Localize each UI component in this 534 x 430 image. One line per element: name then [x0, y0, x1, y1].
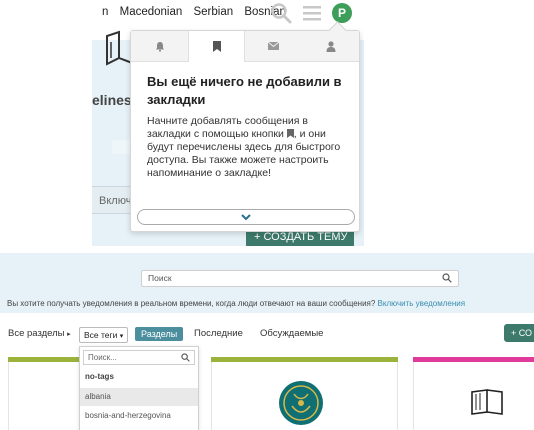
- tag-option[interactable]: no-tags: [80, 368, 198, 386]
- bookmarks-panel-screenshot: n Macedonian Serbian Bosnian P elines Вк…: [92, 0, 364, 246]
- tag-option[interactable]: albania: [80, 388, 198, 406]
- all-sections-dropdown[interactable]: Все разделы ▸: [8, 324, 71, 345]
- user-avatar[interactable]: P: [332, 3, 352, 23]
- site-tagline-fragment: elines: [92, 92, 132, 108]
- tag-option[interactable]: bosnia-and-herzegovina: [80, 407, 198, 425]
- notification-prompt: Вы хотите получать уведомления в реально…: [0, 295, 534, 313]
- language-link[interactable]: Serbian: [193, 6, 233, 18]
- caret-right-icon: ▸: [67, 331, 71, 338]
- tag-search-input[interactable]: Поиск...: [83, 350, 195, 365]
- language-link[interactable]: n: [102, 6, 108, 18]
- language-link[interactable]: Macedonian: [120, 6, 183, 18]
- category-card[interactable]: [211, 357, 398, 430]
- bell-icon: [155, 41, 164, 52]
- category-color-bar: [413, 357, 534, 362]
- all-tags-label: Все теги: [84, 330, 118, 340]
- all-tags-dropdown[interactable]: Все теги ▾: [79, 327, 129, 343]
- tab-bookmarks[interactable]: [188, 31, 245, 62]
- tab-profile[interactable]: [302, 31, 359, 61]
- user-menu-tabs: [131, 31, 359, 62]
- chevron-down-icon: [241, 213, 251, 220]
- tab-discussed[interactable]: Обсуждаемые: [260, 324, 323, 344]
- popup-text-part: Начните добавлять сообщения в закладки с…: [147, 115, 308, 140]
- book-logo-icon: [471, 389, 503, 415]
- empty-bookmarks-title: Вы ещё ничего не добавили в закладки: [147, 74, 342, 107]
- empty-bookmarks-text: Начните добавлять сообщения в закладки с…: [147, 115, 353, 180]
- search-icon: [181, 353, 190, 362]
- tab-sections[interactable]: Разделы: [135, 327, 184, 341]
- language-bar: n Macedonian Serbian Bosnian: [102, 6, 294, 18]
- search-placeholder: Поиск: [148, 273, 172, 283]
- bookmark-icon: [212, 41, 221, 52]
- envelope-icon: [268, 42, 279, 50]
- caret-down-icon: ▾: [119, 333, 124, 340]
- search-icon[interactable]: [442, 273, 452, 283]
- search-input[interactable]: Поиск: [141, 270, 459, 287]
- tab-messages[interactable]: [245, 31, 302, 61]
- bookmark-icon: [286, 129, 294, 138]
- tab-latest[interactable]: Последние: [194, 324, 243, 344]
- user-menu-popup: Вы ещё ничего не добавили в закладки Нач…: [130, 21, 360, 232]
- notification-text: Вы хотите получать уведомления в реально…: [7, 299, 376, 308]
- create-topic-button[interactable]: + СО: [504, 324, 534, 342]
- user-icon: [326, 40, 335, 52]
- category-card[interactable]: [413, 357, 534, 430]
- show-more-button[interactable]: [137, 209, 355, 225]
- forum-list-screenshot: Поиск Вы хотите получать уведомления в р…: [0, 253, 534, 430]
- tag-search-placeholder: Поиск...: [88, 353, 117, 362]
- search-icon[interactable]: [270, 2, 292, 24]
- category-logo: [279, 381, 323, 425]
- category-color-bar: [211, 357, 398, 362]
- tab-notifications[interactable]: [131, 31, 188, 61]
- hamburger-menu-icon[interactable]: [302, 4, 322, 22]
- tags-dropdown-menu: Поиск... no-tags albania bosnia-and-herz…: [79, 346, 199, 430]
- all-sections-label: Все разделы: [8, 328, 65, 339]
- enable-notifications-link[interactable]: Включить уведомления: [378, 299, 466, 308]
